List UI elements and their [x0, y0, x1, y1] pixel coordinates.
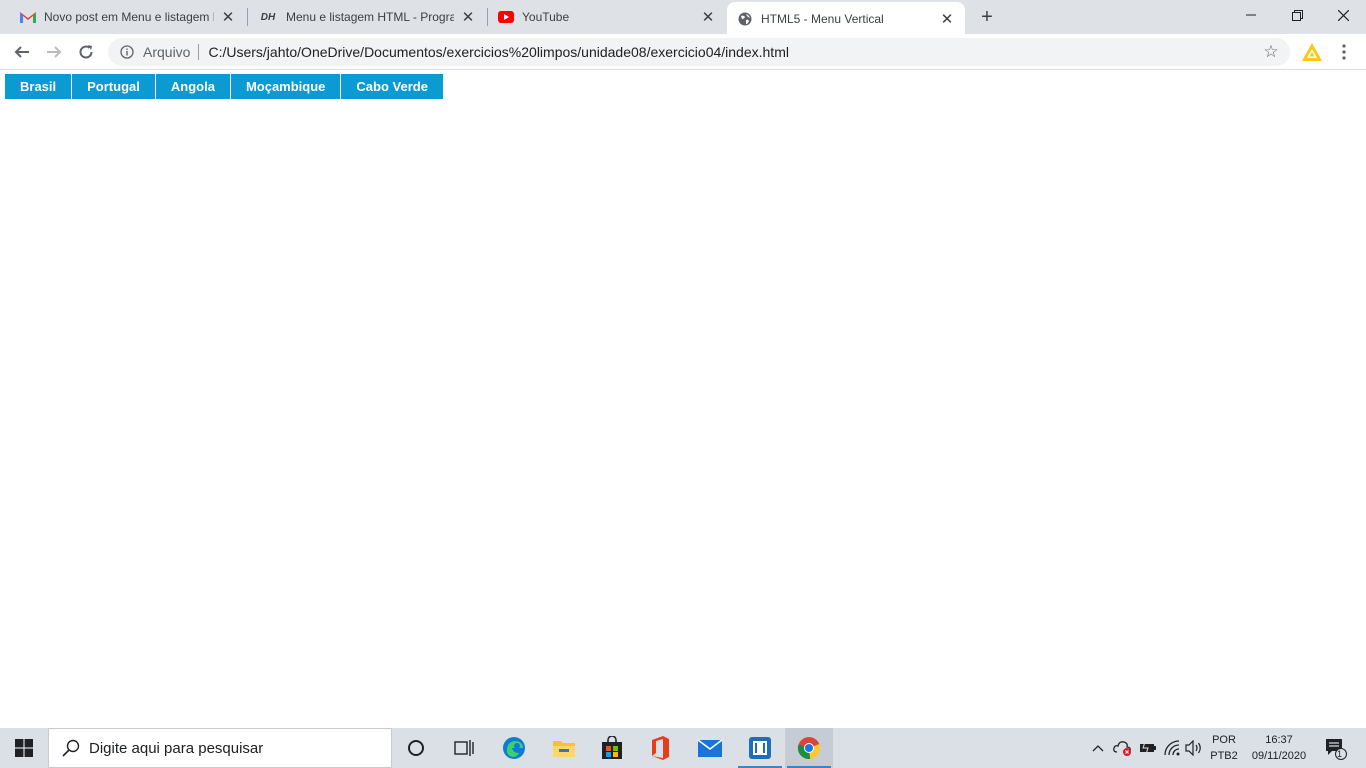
- close-icon[interactable]: ✕: [700, 9, 716, 26]
- clock[interactable]: 16:37 09/11/2020: [1244, 732, 1314, 766]
- menu-item-angola[interactable]: Angola: [156, 74, 231, 99]
- menu-kebab-icon[interactable]: [1330, 38, 1358, 66]
- tab-title: Menu e listagem HTML - Program: [286, 10, 454, 24]
- lang-bottom: PTB2: [1210, 750, 1238, 762]
- chrome-icon[interactable]: [785, 728, 833, 768]
- task-view-icon[interactable]: [440, 728, 488, 768]
- country-menu: Brasil Portugal Angola Moçambique Cabo V…: [5, 74, 443, 99]
- windows-start-icon[interactable]: [0, 728, 48, 768]
- tray-expand-icon[interactable]: [1088, 728, 1108, 768]
- gmail-icon: [20, 9, 36, 25]
- search-icon: [61, 738, 81, 758]
- address-url[interactable]: C:/Users/jahto/OneDrive/Documentos/exerc…: [208, 44, 789, 60]
- tab-youtube[interactable]: YouTube ✕: [488, 0, 726, 34]
- close-icon[interactable]: ✕: [939, 11, 955, 28]
- extension-icon[interactable]: [1298, 38, 1326, 66]
- battery-icon[interactable]: [1137, 728, 1159, 768]
- address-divider: [198, 44, 200, 60]
- notification-count: 1: [1337, 749, 1343, 759]
- tab-title: YouTube: [522, 10, 570, 24]
- clock-date: 09/11/2020: [1251, 750, 1307, 762]
- tab-dh[interactable]: DH Menu e listagem HTML - Program ✕: [248, 0, 486, 34]
- new-tab-button[interactable]: +: [976, 6, 998, 28]
- dh-icon: DH: [260, 11, 276, 23]
- file-explorer-icon[interactable]: [540, 728, 588, 768]
- tab-title: HTML5 - Menu Vertical: [761, 12, 884, 26]
- office-icon[interactable]: [636, 728, 684, 768]
- restore-icon[interactable]: [1274, 0, 1320, 30]
- tab-strip: Novo post em Menu e listagem H ✕ DH Menu…: [0, 0, 1366, 36]
- forward-icon[interactable]: [40, 38, 68, 66]
- menu-item-brasil[interactable]: Brasil: [5, 74, 73, 99]
- wifi-icon[interactable]: [1161, 728, 1183, 768]
- tab-html5-menu-vertical[interactable]: HTML5 - Menu Vertical ✕: [727, 2, 965, 36]
- globe-icon: [737, 11, 753, 27]
- clock-time: 16:37: [1265, 734, 1293, 746]
- tab-gmail[interactable]: Novo post em Menu e listagem H ✕: [0, 0, 246, 34]
- info-icon[interactable]: [119, 44, 135, 60]
- lang-top: POR: [1212, 734, 1236, 746]
- youtube-icon: [498, 9, 514, 25]
- edge-icon[interactable]: [490, 728, 538, 768]
- menu-item-portugal[interactable]: Portugal: [72, 74, 156, 99]
- minimize-icon[interactable]: [1228, 0, 1274, 30]
- bookmark-star-icon[interactable]: ☆: [1262, 42, 1280, 61]
- menu-item-mocambique[interactable]: Moçambique: [231, 74, 342, 99]
- onedrive-error-icon[interactable]: [1112, 728, 1134, 768]
- cortana-icon[interactable]: [392, 728, 440, 768]
- address-bar[interactable]: Arquivo C:/Users/jahto/OneDrive/Document…: [108, 38, 1290, 66]
- search-placeholder: Digite aqui para pesquisar: [89, 739, 264, 757]
- input-language[interactable]: POR PTB2: [1204, 732, 1244, 766]
- menu-item-cabo-verde[interactable]: Cabo Verde: [341, 74, 443, 99]
- taskbar-search[interactable]: Digite aqui para pesquisar: [48, 728, 392, 768]
- back-icon[interactable]: [8, 38, 36, 66]
- mail-icon[interactable]: [686, 728, 734, 768]
- tab-title: Novo post em Menu e listagem H: [44, 10, 214, 24]
- window-close-icon[interactable]: [1320, 0, 1366, 30]
- code-editor-icon[interactable]: [736, 728, 784, 768]
- address-scheme-label: Arquivo: [143, 44, 191, 60]
- reload-icon[interactable]: [72, 38, 100, 66]
- taskbar: Digite aqui para pesquisar POR PTB2 16:3…: [0, 728, 1366, 768]
- volume-icon[interactable]: [1183, 728, 1205, 768]
- notification-center-icon[interactable]: 1: [1318, 728, 1352, 768]
- store-icon[interactable]: [588, 728, 636, 768]
- close-icon[interactable]: ✕: [220, 9, 236, 26]
- close-icon[interactable]: ✕: [460, 9, 476, 26]
